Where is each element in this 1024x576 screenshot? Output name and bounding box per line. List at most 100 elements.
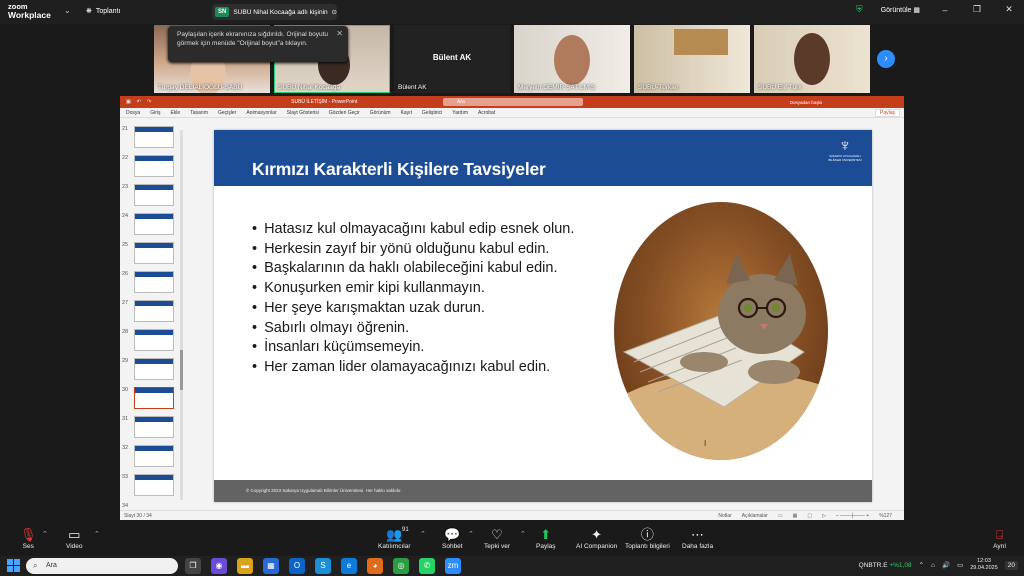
sorter-view-icon[interactable]: ▦ <box>793 513 798 519</box>
notes-button[interactable]: Notlar <box>718 513 731 519</box>
leave-icon: ⍈ <box>995 528 1004 542</box>
windows-start-icon[interactable] <box>7 559 20 572</box>
slide-thumbnail[interactable] <box>134 474 174 496</box>
slideshow-icon[interactable]: ▷ <box>822 513 826 519</box>
search-icon: ⌕ <box>33 561 38 570</box>
redo-icon[interactable]: ↷ <box>147 99 151 105</box>
ppt-share-button[interactable]: Paylaş <box>874 109 900 117</box>
slide-thumbnail[interactable] <box>134 213 174 235</box>
comments-button[interactable]: Açıklamalar <box>742 513 768 519</box>
tab-gecisler[interactable]: Geçişler <box>218 110 236 116</box>
chevron-up-icon[interactable]: ⌃ <box>468 530 474 538</box>
outlook-icon[interactable]: O <box>289 558 305 574</box>
tab-gorunum[interactable]: Görünüm <box>370 110 391 116</box>
participant-tile[interactable]: SUBÜ-Türkan <box>634 25 750 93</box>
participant-count: 91 <box>402 527 409 533</box>
whatsapp-icon[interactable]: ✆ <box>419 558 435 574</box>
more-icon[interactable]: ⊙ <box>332 8 337 16</box>
zoom-icon[interactable]: zm <box>445 558 461 574</box>
tab-gozden-gecir[interactable]: Gözden Geçir <box>329 110 360 116</box>
share-status-pill[interactable]: SN SUBÜ Nihal Kocaağa adlı kişinin ekran… <box>212 4 337 20</box>
share-screen-button[interactable]: ⬆ Paylaş <box>536 527 556 550</box>
zoom-level[interactable]: %127 <box>879 513 892 519</box>
slide-thumbnail[interactable] <box>134 329 174 351</box>
participants-button[interactable]: 👥 91 Katılımcılar <box>378 527 411 550</box>
skype-icon[interactable]: S <box>315 558 331 574</box>
edge-icon[interactable]: e <box>341 558 357 574</box>
slide-thumbnail[interactable] <box>134 155 174 177</box>
slide-thumbnail[interactable] <box>134 271 174 293</box>
taskbar-apps: ❐ ◉ ▬ ▦ O S e ◕ ◎ ✆ zm <box>185 558 461 574</box>
thumbnail-scrollbar[interactable] <box>180 130 183 500</box>
file-explorer-icon[interactable]: ▬ <box>237 558 253 574</box>
leave-button[interactable]: ⍈ Ayrıl <box>993 527 1006 550</box>
slide-thumbnail[interactable] <box>134 358 174 380</box>
copilot-icon[interactable]: ◉ <box>211 558 227 574</box>
tab-slayt-gosterisi[interactable]: Slayt Gösterisi <box>287 110 319 116</box>
gallery-next-icon[interactable]: › <box>877 50 895 68</box>
meeting-menu[interactable]: ❋ Toplantı <box>86 7 120 16</box>
bullet-item: Her zaman lider olamayacağınızı kabul ed… <box>252 358 574 378</box>
tab-dosya[interactable]: Dosya <box>126 110 140 116</box>
chevron-up-icon[interactable]: ⌃ <box>520 530 526 538</box>
heart-icon: ♡ <box>491 527 503 542</box>
ppt-status-bar: Slayt 30 / 34 Notlar Açıklamalar ▭ ▦ ▢ ▷… <box>120 510 904 520</box>
slide-thumbnail[interactable] <box>134 126 174 148</box>
chevron-down-icon[interactable]: ⌄ <box>64 6 71 15</box>
shared-screen-powerpoint[interactable]: ▣ ↶ ↷ SUBÜ İLETİŞİM - PowerPoint Ara Dos… <box>120 96 904 520</box>
tab-kayit[interactable]: Kayıt <box>401 110 412 116</box>
participant-tile[interactable]: SUBÜ Elif Türk <box>754 25 870 93</box>
chevron-up-icon[interactable]: ⌃ <box>919 561 924 569</box>
ai-companion-button[interactable]: ✦ AI Companion <box>576 527 617 550</box>
close-icon[interactable]: ✕ <box>336 29 343 38</box>
slide-thumbnail[interactable] <box>134 300 174 322</box>
participant-tile[interactable]: Meryem DEMİR SATILMIŞ <box>514 25 630 93</box>
minimize-icon[interactable]: – <box>938 5 952 15</box>
reaction-button[interactable]: ♡ Tepki ver <box>484 527 510 550</box>
volume-icon[interactable]: 🔊 <box>942 561 950 569</box>
view-button[interactable]: Görüntüle ▦ <box>881 6 920 14</box>
tab-tasarim[interactable]: Tasarım <box>190 110 208 116</box>
restore-icon[interactable]: ❐ <box>970 4 984 15</box>
chevron-up-icon[interactable]: ⌃ <box>94 530 100 538</box>
reading-view-icon[interactable]: ▢ <box>807 513 812 519</box>
notification-badge[interactable]: 20 <box>1004 560 1018 570</box>
tab-gelistirici[interactable]: Geliştirici <box>422 110 442 116</box>
slide-thumbnail[interactable] <box>134 242 174 264</box>
taskbar-search-input[interactable]: ⌕ Ara <box>26 558 178 574</box>
store-icon[interactable]: ▦ <box>263 558 279 574</box>
present-button[interactable]: Dosyadan başla <box>785 99 826 106</box>
tab-ekle[interactable]: Ekle <box>170 110 180 116</box>
more-button[interactable]: ⋯ Daha fazla <box>682 527 713 550</box>
slide-thumbnail[interactable] <box>134 184 174 206</box>
video-button[interactable]: ▭ Video <box>66 527 83 550</box>
taskbar-clock[interactable]: 12:03 29.04.2025 <box>970 558 998 572</box>
participant-tile[interactable]: Bülent AK Bülent AK <box>394 25 510 93</box>
firefox-icon[interactable]: ◕ <box>367 558 383 574</box>
chrome-icon[interactable]: ◎ <box>393 558 409 574</box>
tab-yardim[interactable]: Yardım <box>452 110 468 116</box>
sharer-avatar: SN <box>215 7 230 17</box>
ppt-search-input[interactable]: Ara <box>443 98 583 106</box>
save-icon[interactable]: ▣ <box>126 99 131 105</box>
slide-thumbnail-selected[interactable] <box>134 387 174 409</box>
close-icon[interactable]: ✕ <box>1002 4 1016 15</box>
normal-view-icon[interactable]: ▭ <box>778 513 783 519</box>
task-view-icon[interactable]: ❐ <box>185 558 201 574</box>
stock-ticker[interactable]: QNBTR.E +%1,08 <box>859 562 912 569</box>
tab-animasyonlar[interactable]: Animasyonlar <box>246 110 276 116</box>
audio-button[interactable]: 🎙 Ses <box>20 527 37 550</box>
undo-icon[interactable]: ↶ <box>137 99 141 105</box>
battery-icon[interactable]: ▭ <box>957 561 963 569</box>
network-icon[interactable]: ⌂ <box>931 562 935 569</box>
meeting-info-button[interactable]: ⓘ Toplantı bilgileri <box>625 527 670 550</box>
tab-acrobat[interactable]: Acrobat <box>478 110 495 116</box>
chat-button[interactable]: 💬 Sohbet <box>442 527 463 550</box>
current-slide[interactable]: Kırmızı Karakterli Kişilere Tavsiyeler ♆… <box>214 130 872 502</box>
tab-giris[interactable]: Giriş <box>150 110 160 116</box>
chevron-up-icon[interactable]: ⌃ <box>42 530 48 538</box>
slide-thumbnail[interactable] <box>134 416 174 438</box>
slide-thumbnail[interactable] <box>134 445 174 467</box>
chevron-up-icon[interactable]: ⌃ <box>420 530 426 538</box>
zoom-slider[interactable]: – ───┼─── + <box>836 513 869 519</box>
